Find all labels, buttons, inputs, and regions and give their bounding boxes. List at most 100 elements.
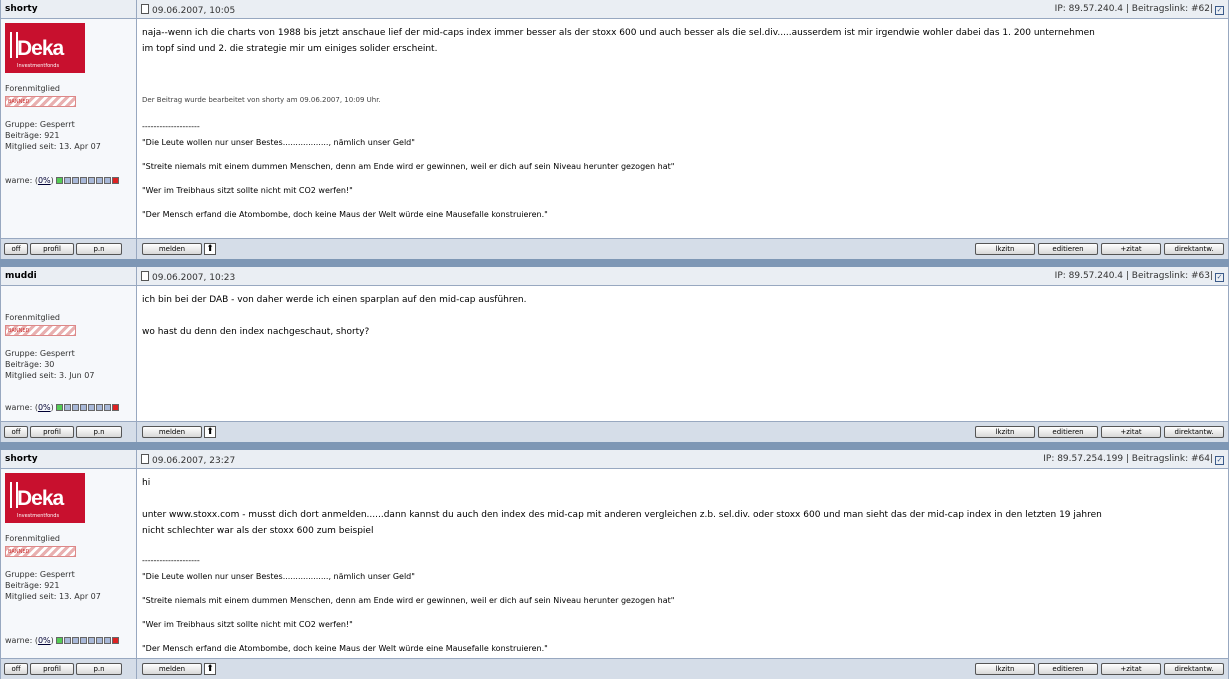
warn-link[interactable]: 0% bbox=[38, 636, 51, 645]
off-button[interactable]: off bbox=[4, 243, 28, 255]
checkbox-icon[interactable]: ✓ bbox=[1215, 6, 1224, 15]
post-header: shorty 09.06.2007, 23:27 IP: 89.57.254.1… bbox=[1, 450, 1228, 469]
pn-button[interactable]: p.n bbox=[76, 663, 122, 675]
reply-button[interactable]: direktantw. bbox=[1164, 426, 1224, 438]
post-text-line: nicht schlechter war als der stoxx 600 z… bbox=[142, 526, 374, 536]
profil-button[interactable]: profil bbox=[30, 426, 74, 438]
post-text-line bbox=[142, 491, 1223, 507]
edit-note: Der Beitrag wurde bearbeitet von shorty … bbox=[142, 96, 381, 104]
off-button[interactable]: off bbox=[4, 663, 28, 675]
post-content: naja--wenn ich die charts von 1988 bis j… bbox=[137, 19, 1228, 238]
user-group: Gruppe: Gesperrt bbox=[5, 120, 75, 129]
post-62: shorty 09.06.2007, 10:05 IP: 89.57.240.4… bbox=[0, 0, 1229, 259]
warn-max-icon[interactable] bbox=[112, 637, 120, 644]
post-footer: off profil p.n melden ⬆ lkzitn editieren… bbox=[1, 658, 1228, 679]
user-rank: Forenmitglied bbox=[5, 84, 60, 93]
warn-link[interactable]: 0% bbox=[38, 176, 51, 185]
warn-min-icon[interactable] bbox=[56, 177, 64, 184]
user-info: Forenmitglied BANNED Gruppe: Gesperrt Be… bbox=[1, 286, 137, 421]
checkbox-icon[interactable]: ✓ bbox=[1215, 273, 1224, 282]
post-date: 09.06.2007, 23:27 bbox=[152, 456, 236, 466]
banned-badge: BANNED bbox=[5, 96, 76, 107]
post-date: 09.06.2007, 10:05 bbox=[152, 6, 236, 16]
quote-button[interactable]: +zitat bbox=[1101, 663, 1161, 675]
post-author[interactable]: shorty bbox=[1, 450, 137, 468]
scroll-up-icon[interactable]: ⬆ bbox=[204, 243, 216, 255]
user-info: Deka Investmentfonds Forenmitglied BANNE… bbox=[1, 469, 137, 658]
quote-button[interactable]: +zitat bbox=[1101, 243, 1161, 255]
post-footer: off profil p.n melden ⬆ lkzitn editieren… bbox=[1, 421, 1228, 442]
quote-list-button[interactable]: lkzitn bbox=[975, 243, 1035, 255]
post-author[interactable]: muddi bbox=[1, 267, 137, 285]
warn-level: warne: (0%) bbox=[5, 636, 120, 645]
user-rank: Forenmitglied bbox=[5, 313, 60, 322]
post-footer: off profil p.n melden ⬆ lkzitn editieren… bbox=[1, 238, 1228, 259]
reply-button[interactable]: direktantw. bbox=[1164, 663, 1224, 675]
checkbox-icon[interactable]: ✓ bbox=[1215, 456, 1224, 465]
post-64: shorty 09.06.2007, 23:27 IP: 89.57.254.1… bbox=[0, 450, 1229, 679]
member-since: Mitglied seit: 3. Jun 07 bbox=[5, 371, 95, 380]
pn-button[interactable]: p.n bbox=[76, 243, 122, 255]
post-separator bbox=[0, 259, 1229, 267]
post-text-line: wo hast du denn den index nachgeschaut, … bbox=[142, 327, 370, 337]
avatar: Deka Investmentfonds bbox=[5, 23, 85, 73]
post-body: Forenmitglied BANNED Gruppe: Gesperrt Be… bbox=[1, 286, 1228, 421]
post-author[interactable]: shorty bbox=[1, 0, 137, 18]
banned-badge: BANNED bbox=[5, 325, 76, 336]
signature: -------------------- "Die Leute wollen n… bbox=[142, 556, 675, 654]
post-content: hi unter www.stoxx.com - musst dich dort… bbox=[137, 469, 1228, 658]
warn-min-icon[interactable] bbox=[56, 404, 64, 411]
user-rank: Forenmitglied bbox=[5, 534, 60, 543]
post-text-line: ich bin bei der DAB - von daher werde ic… bbox=[142, 295, 527, 305]
post-meta[interactable]: IP: 89.57.240.4 | Beitragslink: #62| bbox=[1055, 4, 1213, 14]
edit-button[interactable]: editieren bbox=[1038, 663, 1098, 675]
post-body: Deka Investmentfonds Forenmitglied BANNE… bbox=[1, 469, 1228, 658]
warn-level: warne: (0%) bbox=[5, 403, 120, 412]
post-separator bbox=[0, 442, 1229, 450]
warn-link[interactable]: 0% bbox=[38, 403, 51, 412]
user-posts: Beiträge: 30 bbox=[5, 360, 55, 369]
post-text-line bbox=[142, 308, 1223, 324]
pn-button[interactable]: p.n bbox=[76, 426, 122, 438]
profil-button[interactable]: profil bbox=[30, 663, 74, 675]
post-content: ich bin bei der DAB - von daher werde ic… bbox=[137, 286, 1228, 421]
page-icon bbox=[141, 271, 149, 281]
post-date: 09.06.2007, 10:23 bbox=[152, 273, 236, 283]
edit-button[interactable]: editieren bbox=[1038, 243, 1098, 255]
scroll-up-icon[interactable]: ⬆ bbox=[204, 663, 216, 675]
post-header: shorty 09.06.2007, 10:05 IP: 89.57.240.4… bbox=[1, 0, 1228, 19]
post-body: Deka Investmentfonds Forenmitglied BANNE… bbox=[1, 19, 1228, 238]
warn-level: warne: (0%) bbox=[5, 176, 120, 185]
quote-button[interactable]: +zitat bbox=[1101, 426, 1161, 438]
melden-button[interactable]: melden bbox=[142, 663, 202, 675]
user-posts: Beiträge: 921 bbox=[5, 581, 60, 590]
post-63: muddi 09.06.2007, 10:23 IP: 89.57.240.4 … bbox=[0, 267, 1229, 442]
banned-badge: BANNED bbox=[5, 546, 76, 557]
user-info: Deka Investmentfonds Forenmitglied BANNE… bbox=[1, 19, 137, 238]
post-meta[interactable]: IP: 89.57.254.199 | Beitragslink: #64| bbox=[1043, 454, 1213, 464]
post-text-line: hi bbox=[142, 478, 151, 488]
edit-button[interactable]: editieren bbox=[1038, 426, 1098, 438]
quote-list-button[interactable]: lkzitn bbox=[975, 426, 1035, 438]
scroll-up-icon[interactable]: ⬆ bbox=[204, 426, 216, 438]
quote-list-button[interactable]: lkzitn bbox=[975, 663, 1035, 675]
profil-button[interactable]: profil bbox=[30, 243, 74, 255]
off-button[interactable]: off bbox=[4, 426, 28, 438]
post-header: muddi 09.06.2007, 10:23 IP: 89.57.240.4 … bbox=[1, 267, 1228, 286]
page-icon bbox=[141, 4, 149, 14]
melden-button[interactable]: melden bbox=[142, 426, 202, 438]
warn-min-icon[interactable] bbox=[56, 637, 64, 644]
post-text-line: im topf sind und 2. die strategie mir um… bbox=[142, 44, 438, 54]
warn-max-icon[interactable] bbox=[112, 404, 120, 411]
warn-max-icon[interactable] bbox=[112, 177, 120, 184]
signature: -------------------- "Die Leute wollen n… bbox=[142, 122, 675, 220]
melden-button[interactable]: melden bbox=[142, 243, 202, 255]
user-group: Gruppe: Gesperrt bbox=[5, 570, 75, 579]
member-since: Mitglied seit: 13. Apr 07 bbox=[5, 142, 101, 151]
post-meta[interactable]: IP: 89.57.240.4 | Beitragslink: #63| bbox=[1055, 271, 1213, 281]
reply-button[interactable]: direktantw. bbox=[1164, 243, 1224, 255]
user-posts: Beiträge: 921 bbox=[5, 131, 60, 140]
avatar: Deka Investmentfonds bbox=[5, 473, 85, 523]
user-group: Gruppe: Gesperrt bbox=[5, 349, 75, 358]
member-since: Mitglied seit: 13. Apr 07 bbox=[5, 592, 101, 601]
